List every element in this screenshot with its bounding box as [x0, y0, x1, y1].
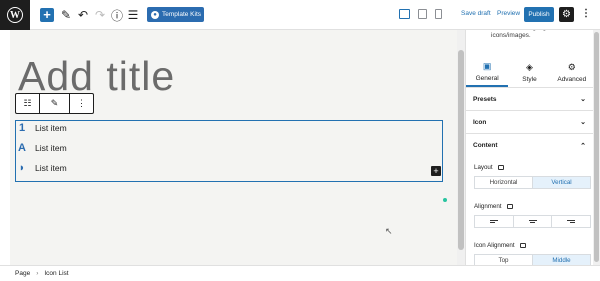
- icon-alignment-toggle: Top Middle: [474, 254, 591, 265]
- pin-icon[interactable]: ✎: [40, 94, 70, 113]
- tablet-preview-icon[interactable]: [418, 9, 427, 19]
- sidebar-scrollbar[interactable]: [593, 30, 600, 265]
- template-kits-icon: ●: [151, 10, 159, 19]
- block-toolbar: ☷ ✎ ⋮: [15, 93, 94, 114]
- sidebar-tabs: ▣ General ◈ Style ⚙ Advanced: [466, 57, 593, 88]
- editor-top-toolbar: W + ✎ ↶ ↷ ⓘ ☰ ● Template Kits Save draft …: [0, 0, 600, 30]
- list-item-text[interactable]: List item: [35, 143, 67, 153]
- tab-advanced-label: Advanced: [557, 75, 587, 83]
- list-item[interactable]: 1 List item: [17, 122, 67, 134]
- template-kits-label: Template Kits: [162, 11, 202, 18]
- list-view-icon[interactable]: ☰: [127, 7, 139, 23]
- icon-align-middle-option[interactable]: Middle: [532, 255, 590, 265]
- layout-label-text: Layout: [474, 164, 493, 171]
- alignment-label-text: Alignment: [474, 203, 502, 210]
- block-settings-sidebar: Create a list highlighted with icons/ima…: [465, 30, 600, 265]
- tab-general[interactable]: ▣ General: [466, 57, 509, 87]
- tab-advanced[interactable]: ⚙ Advanced: [551, 57, 593, 87]
- chevron-down-icon: ⌄: [580, 119, 586, 126]
- canvas-scrollbar-thumb[interactable]: [458, 50, 464, 250]
- chevron-down-icon: ⌄: [580, 96, 586, 103]
- letter-a-icon: A: [18, 142, 26, 154]
- icon-panel-label: Icon: [473, 118, 487, 126]
- more-options-icon[interactable]: ⋮: [581, 8, 591, 19]
- presets-panel-toggle[interactable]: Presets ⌄: [466, 88, 593, 111]
- chevron-up-icon: ⌃: [580, 142, 586, 150]
- align-right-option[interactable]: [551, 216, 590, 227]
- list-item[interactable]: A List item: [17, 142, 67, 154]
- align-right-icon: [567, 219, 576, 224]
- list-item-text[interactable]: List item: [35, 163, 67, 173]
- content-panel-toggle[interactable]: Content ⌃: [466, 134, 593, 157]
- paint-bucket-icon: ◈: [526, 61, 533, 72]
- pencil-icon[interactable]: ✎: [60, 7, 72, 23]
- block-inserter-button[interactable]: +: [431, 166, 441, 176]
- block-options-icon[interactable]: ⋮: [70, 94, 93, 113]
- breadcrumb-page[interactable]: Page: [15, 270, 30, 277]
- mobile-preview-icon[interactable]: [435, 9, 442, 19]
- desktop-preview-icon[interactable]: [399, 9, 410, 19]
- layout-vertical-option[interactable]: Vertical: [532, 177, 590, 188]
- icon-list-block[interactable]: 1 List item A List item ◗ List item: [15, 120, 443, 182]
- block-breadcrumb: Page › Icon List: [0, 265, 600, 281]
- preview-button[interactable]: Preview: [497, 10, 520, 17]
- desktop-icon[interactable]: [506, 204, 513, 209]
- layout-toggle: Horizontal Vertical: [474, 176, 591, 189]
- info-icon[interactable]: ⓘ: [111, 7, 123, 23]
- icon-panel-toggle[interactable]: Icon ⌄: [466, 111, 593, 134]
- wave-icon: ◗: [18, 162, 26, 174]
- block-description: Create a list highlighted with icons/ima…: [491, 30, 572, 39]
- add-block-button[interactable]: +: [40, 8, 54, 22]
- presets-label: Presets: [473, 95, 497, 103]
- alignment-label: Alignment: [474, 203, 513, 210]
- tab-general-label: General: [475, 74, 499, 82]
- desktop-icon[interactable]: [519, 243, 526, 248]
- list-item[interactable]: ◗ List item: [17, 162, 67, 174]
- breadcrumb-separator: ›: [36, 270, 39, 277]
- alignment-toggle: [474, 215, 591, 228]
- align-center-icon: [528, 219, 537, 224]
- mouse-cursor-icon: ↖: [385, 226, 393, 236]
- settings-gear-icon[interactable]: ⚙: [559, 7, 574, 22]
- icon-alignment-label: Icon Alignment: [474, 242, 526, 249]
- tab-style-label: Style: [522, 75, 537, 83]
- desktop-icon[interactable]: [497, 165, 504, 170]
- list-item-text[interactable]: List item: [35, 123, 67, 133]
- status-dot: [443, 198, 447, 202]
- tab-style[interactable]: ◈ Style: [508, 57, 550, 87]
- redo-icon[interactable]: ↷: [94, 7, 106, 23]
- sidebar-scrollbar-thumb[interactable]: [594, 32, 599, 262]
- layout-label: Layout: [474, 164, 504, 171]
- breadcrumb-icon-list[interactable]: Icon List: [44, 270, 68, 277]
- canvas-scrollbar[interactable]: [457, 30, 465, 265]
- align-center-option[interactable]: [512, 216, 552, 227]
- content-panel-label: Content: [473, 142, 498, 149]
- save-draft-button[interactable]: Save draft: [461, 10, 491, 17]
- align-left-option[interactable]: [475, 216, 513, 227]
- icon-alignment-label-text: Icon Alignment: [474, 242, 515, 249]
- publish-button[interactable]: Publish: [524, 7, 554, 22]
- align-left-icon: [489, 219, 498, 224]
- general-icon: ▣: [482, 60, 492, 71]
- number-one-icon: 1: [18, 122, 26, 134]
- icon-align-top-option[interactable]: Top: [475, 255, 532, 265]
- wordpress-icon: W: [7, 7, 23, 23]
- layout-horizontal-option[interactable]: Horizontal: [475, 177, 532, 188]
- list-block-icon[interactable]: ☷: [16, 94, 40, 113]
- undo-icon[interactable]: ↶: [77, 7, 89, 23]
- wordpress-logo[interactable]: W: [0, 0, 30, 30]
- template-kits-button[interactable]: ● Template Kits: [147, 7, 204, 22]
- gear-icon: ⚙: [567, 61, 576, 72]
